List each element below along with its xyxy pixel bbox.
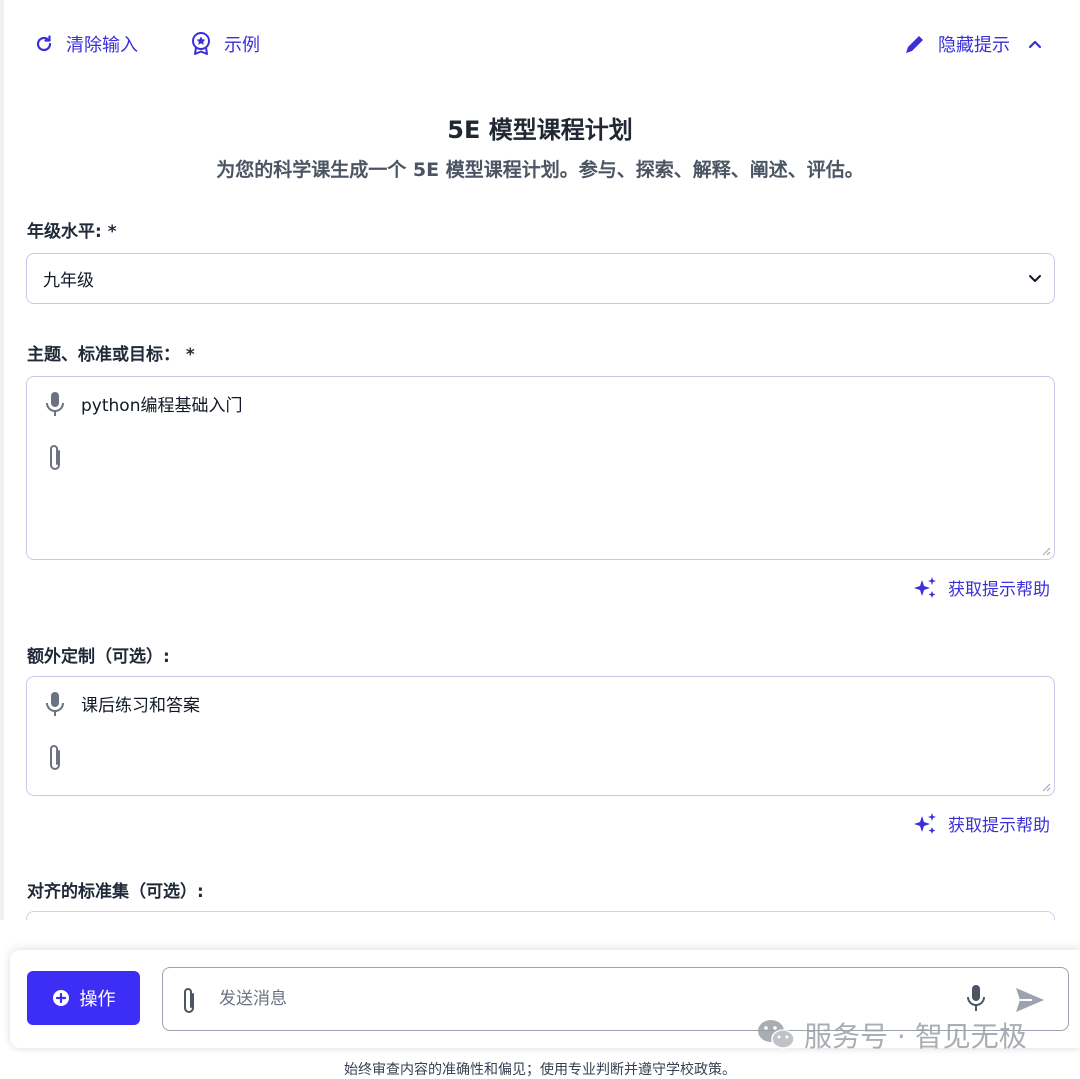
paperclip-icon[interactable] xyxy=(45,443,65,473)
prompt-help-label: 获取提示帮助 xyxy=(948,816,1050,836)
award-icon xyxy=(192,32,210,55)
send-icon[interactable] xyxy=(1015,987,1045,1013)
examples-label: 示例 xyxy=(224,35,260,56)
plus-circle-icon xyxy=(52,990,69,1006)
sparkles-icon xyxy=(914,812,936,834)
wechat-icon xyxy=(758,1020,795,1049)
prompt-help-link[interactable]: 获取提示帮助 xyxy=(912,575,1050,600)
clear-input-button[interactable]: 清除输入 xyxy=(34,30,138,58)
customization-label: 额外定制（可选）: xyxy=(27,647,170,667)
standards-select[interactable] xyxy=(26,911,1055,920)
topic-value: python编程基础入门 xyxy=(81,396,243,416)
chevron-down-icon xyxy=(1029,275,1041,282)
standards-label: 对齐的标准集（可选）: xyxy=(27,882,204,902)
disclaimer: 始终审查内容的准确性和偏见；使用专业判断并遵守学校政策。 xyxy=(344,1062,736,1078)
paperclip-icon[interactable] xyxy=(45,743,65,773)
prompt-help-link[interactable]: 获取提示帮助 xyxy=(912,811,1050,836)
examples-button[interactable]: 示例 xyxy=(190,30,260,58)
microphone-icon[interactable] xyxy=(45,391,65,419)
clear-input-label: 清除输入 xyxy=(66,35,138,56)
grade-select-value: 九年级 xyxy=(43,271,94,291)
customization-textarea[interactable]: 课后练习和答案 xyxy=(26,676,1055,796)
microphone-icon[interactable] xyxy=(966,984,986,1014)
topic-label: 主题、标准或目标： * xyxy=(27,345,195,365)
hide-hints-button[interactable]: 隐藏提示 xyxy=(904,30,1042,58)
watermark-text: 服务号 · 智见无极 xyxy=(804,1020,1027,1053)
resize-handle[interactable] xyxy=(1041,546,1051,556)
prompt-help-label: 获取提示帮助 xyxy=(948,580,1050,600)
message-input[interactable] xyxy=(217,988,901,1010)
grade-select[interactable]: 九年级 xyxy=(26,253,1055,304)
topic-textarea[interactable]: python编程基础入门 xyxy=(26,376,1055,560)
pencil-icon xyxy=(906,36,923,53)
refresh-icon xyxy=(36,35,52,52)
chevron-up-icon xyxy=(1028,40,1042,49)
form-panel: 清除输入 示例 隐藏提示 5E 模型课程计划 为您的科学课生成一个 5E 模型课… xyxy=(0,0,1080,920)
actions-label: 操作 xyxy=(79,989,116,1010)
page-title: 5E 模型课程计划 xyxy=(447,116,633,144)
page-subtitle: 为您的科学课生成一个 5E 模型课程计划。参与、探索、解释、阐述、评估。 xyxy=(216,159,864,181)
grade-label: 年级水平: * xyxy=(27,222,117,242)
sparkles-icon xyxy=(914,576,936,598)
microphone-icon[interactable] xyxy=(45,691,65,719)
hide-hints-label: 隐藏提示 xyxy=(938,35,1010,56)
actions-button[interactable]: 操作 xyxy=(27,971,140,1025)
paperclip-icon[interactable] xyxy=(179,986,199,1016)
resize-handle[interactable] xyxy=(1041,782,1051,792)
customization-value: 课后练习和答案 xyxy=(81,696,200,716)
watermark: 服务号 · 智见无极 xyxy=(756,1015,1027,1055)
